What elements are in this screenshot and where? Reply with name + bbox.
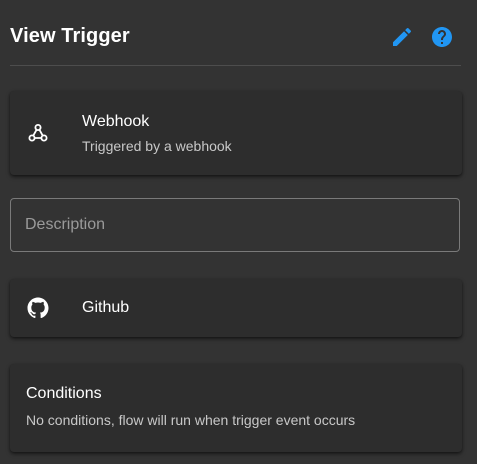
webhook-trigger-card[interactable]: Webhook Triggered by a webhook	[10, 91, 462, 175]
conditions-title: Conditions	[26, 385, 102, 402]
github-icon	[26, 296, 50, 320]
conditions-text: No conditions, flow will run when trigge…	[26, 412, 356, 428]
help-button[interactable]	[430, 25, 454, 49]
github-title: Github	[82, 299, 130, 316]
page-title: View Trigger	[10, 25, 130, 47]
github-connection-card[interactable]: Github	[10, 279, 462, 337]
pencil-icon	[393, 27, 412, 46]
webhook-subtitle: Triggered by a webhook	[82, 138, 232, 154]
header: View Trigger	[0, 0, 477, 66]
webhook-icon	[26, 121, 50, 145]
conditions-card: Conditions No conditions, flow will run …	[10, 364, 462, 452]
help-circle-icon	[432, 27, 452, 47]
webhook-title: Webhook	[82, 113, 150, 130]
description-input[interactable]	[10, 198, 460, 252]
header-divider	[10, 65, 461, 66]
edit-button[interactable]	[390, 25, 414, 49]
